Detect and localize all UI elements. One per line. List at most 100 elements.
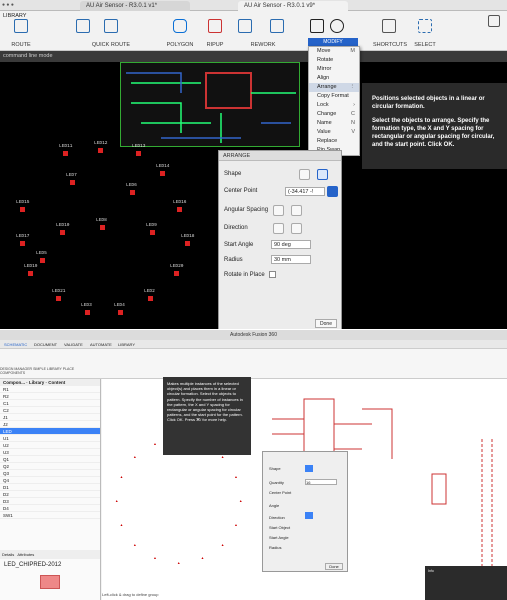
led-symbol[interactable]: ▲ bbox=[221, 543, 224, 547]
led-symbol[interactable]: ▲ bbox=[133, 543, 136, 547]
led-pad[interactable] bbox=[177, 207, 182, 212]
tree-row[interactable]: J2 bbox=[0, 421, 100, 428]
tab-document[interactable]: DOCUMENT bbox=[34, 342, 57, 347]
quick-route-group[interactable]: QUICK ROUTE bbox=[66, 11, 156, 51]
menu-item-mirror[interactable]: Mirror bbox=[309, 65, 359, 74]
led-pad[interactable] bbox=[150, 230, 155, 235]
tab-library[interactable]: LIBRARY bbox=[118, 342, 135, 347]
shortcuts-group[interactable]: SHORTCUTS bbox=[368, 11, 412, 51]
circular-shape-icon[interactable] bbox=[305, 465, 313, 472]
led-pad[interactable] bbox=[70, 180, 75, 185]
tree-row[interactable]: R2 bbox=[0, 393, 100, 400]
led-symbol[interactable]: ▲ bbox=[234, 523, 237, 527]
led-pad[interactable] bbox=[136, 151, 141, 156]
tree-row[interactable]: C2 bbox=[0, 407, 100, 414]
pattern-dialog: Shape Quantity 16 Center Point Angle Dir… bbox=[262, 451, 348, 572]
cw-icon[interactable] bbox=[291, 223, 302, 234]
tree-row[interactable]: LED bbox=[0, 428, 100, 435]
window-controls[interactable]: ● ● ● bbox=[2, 2, 14, 8]
circular-shape-icon[interactable] bbox=[317, 169, 328, 180]
direction-icon[interactable] bbox=[305, 512, 313, 519]
led-pad[interactable] bbox=[20, 207, 25, 212]
led-symbol[interactable]: ▲ bbox=[177, 561, 180, 565]
led-symbol[interactable]: ▲ bbox=[153, 442, 156, 446]
rectangular-shape-icon[interactable] bbox=[299, 169, 310, 180]
led-pad[interactable] bbox=[100, 225, 105, 230]
led-symbol[interactable]: ▲ bbox=[221, 455, 224, 459]
led-symbol[interactable]: ▲ bbox=[120, 523, 123, 527]
rotate-in-place-checkbox[interactable] bbox=[269, 271, 276, 278]
menu-item-name[interactable]: Name N bbox=[309, 119, 359, 128]
tree-row[interactable]: U2 bbox=[0, 442, 100, 449]
tree-row[interactable]: Q2 bbox=[0, 463, 100, 470]
tree-row[interactable]: J1 bbox=[0, 414, 100, 421]
tree-row[interactable]: D4 bbox=[0, 505, 100, 512]
led-pad[interactable] bbox=[60, 230, 65, 235]
led-symbol[interactable]: ▲ bbox=[120, 475, 123, 479]
tree-row[interactable]: U3 bbox=[0, 449, 100, 456]
tree-row[interactable]: D2 bbox=[0, 491, 100, 498]
panel-toggle-icon[interactable] bbox=[488, 15, 500, 27]
led-symbol[interactable]: ▲ bbox=[234, 475, 237, 479]
led-pad[interactable] bbox=[160, 171, 165, 176]
tree-row[interactable]: D1 bbox=[0, 484, 100, 491]
angular-full-icon[interactable] bbox=[273, 205, 284, 216]
pick-point-icon[interactable] bbox=[327, 186, 338, 197]
led-pad[interactable] bbox=[98, 148, 103, 153]
led-pad[interactable] bbox=[148, 296, 153, 301]
modify-menu-header[interactable]: MODIFY bbox=[308, 38, 358, 46]
led-pad[interactable] bbox=[63, 151, 68, 156]
led-symbol[interactable]: ▲ bbox=[115, 499, 118, 503]
led-symbol[interactable]: ▲ bbox=[239, 499, 242, 503]
radius-field[interactable]: 30 mm bbox=[271, 255, 311, 264]
led-pad[interactable] bbox=[40, 258, 45, 263]
led-pad[interactable] bbox=[28, 271, 33, 276]
led-symbol[interactable]: ▲ bbox=[133, 455, 136, 459]
tree-row[interactable]: Q1 bbox=[0, 456, 100, 463]
menu-item-lock[interactable]: Lock › bbox=[309, 101, 359, 110]
tab-simple-library[interactable]: SIMPLE LIBRARY bbox=[33, 367, 62, 371]
tree-row[interactable]: U1 bbox=[0, 435, 100, 442]
led-pad[interactable] bbox=[56, 296, 61, 301]
ripup-group[interactable]: RIPUP bbox=[200, 11, 230, 51]
menu-item-value[interactable]: Value V bbox=[309, 128, 359, 137]
angular-step-icon[interactable] bbox=[291, 205, 302, 216]
center-point-field[interactable]: (-34.417 -! bbox=[285, 187, 325, 196]
tree-row[interactable]: D3 bbox=[0, 498, 100, 505]
menu-item-change[interactable]: Change C bbox=[309, 110, 359, 119]
tree-row[interactable]: R1 bbox=[0, 386, 100, 393]
led-pad[interactable] bbox=[85, 310, 90, 315]
tab-schematic[interactable]: SCHEMATIC bbox=[4, 342, 27, 347]
route-group[interactable]: ROUTE bbox=[6, 11, 36, 51]
command-line[interactable]: command line mode bbox=[0, 51, 507, 62]
led-pad[interactable] bbox=[20, 241, 25, 246]
done-button[interactable]: Done bbox=[325, 563, 343, 570]
polygon-group[interactable]: POLYGON bbox=[160, 11, 200, 51]
tab-validate[interactable]: VALIDATE bbox=[64, 342, 83, 347]
led-pad[interactable] bbox=[185, 241, 190, 246]
menu-item-move[interactable]: Move M bbox=[309, 47, 359, 56]
done-button[interactable]: Done bbox=[315, 319, 337, 328]
tree-row[interactable]: Q3 bbox=[0, 470, 100, 477]
led-pad[interactable] bbox=[130, 190, 135, 195]
quantity-field[interactable]: 16 bbox=[305, 479, 337, 485]
start-angle-field[interactable]: 90 deg bbox=[271, 240, 311, 249]
select-group[interactable]: SELECT bbox=[412, 11, 438, 51]
led-pad[interactable] bbox=[174, 271, 179, 276]
menu-item-replace[interactable]: Replace bbox=[309, 137, 359, 146]
led-symbol[interactable]: ▲ bbox=[153, 556, 156, 560]
tab-automate[interactable]: AUTOMATE bbox=[90, 342, 112, 347]
menu-item-arrange[interactable]: Arrange ⋮ bbox=[309, 83, 359, 92]
menu-item-align[interactable]: Align bbox=[309, 74, 359, 83]
led-pad[interactable] bbox=[118, 310, 123, 315]
menu-item-rotate[interactable]: Rotate bbox=[309, 56, 359, 65]
tree-row[interactable]: Q4 bbox=[0, 477, 100, 484]
menu-item-copy-format[interactable]: Copy Format bbox=[309, 92, 359, 101]
tree-row[interactable]: C1 bbox=[0, 400, 100, 407]
ccw-icon[interactable] bbox=[273, 223, 284, 234]
tab-document-2[interactable]: AU Air Sensor - R3.0.1 v9* bbox=[238, 1, 348, 11]
rework-group[interactable]: REWORK bbox=[232, 11, 294, 51]
tree-row[interactable]: SW1 bbox=[0, 512, 100, 519]
tab-document-1[interactable]: AU Air Sensor - R3.0.1 v1* bbox=[80, 1, 190, 11]
led-symbol[interactable]: ▲ bbox=[201, 556, 204, 560]
